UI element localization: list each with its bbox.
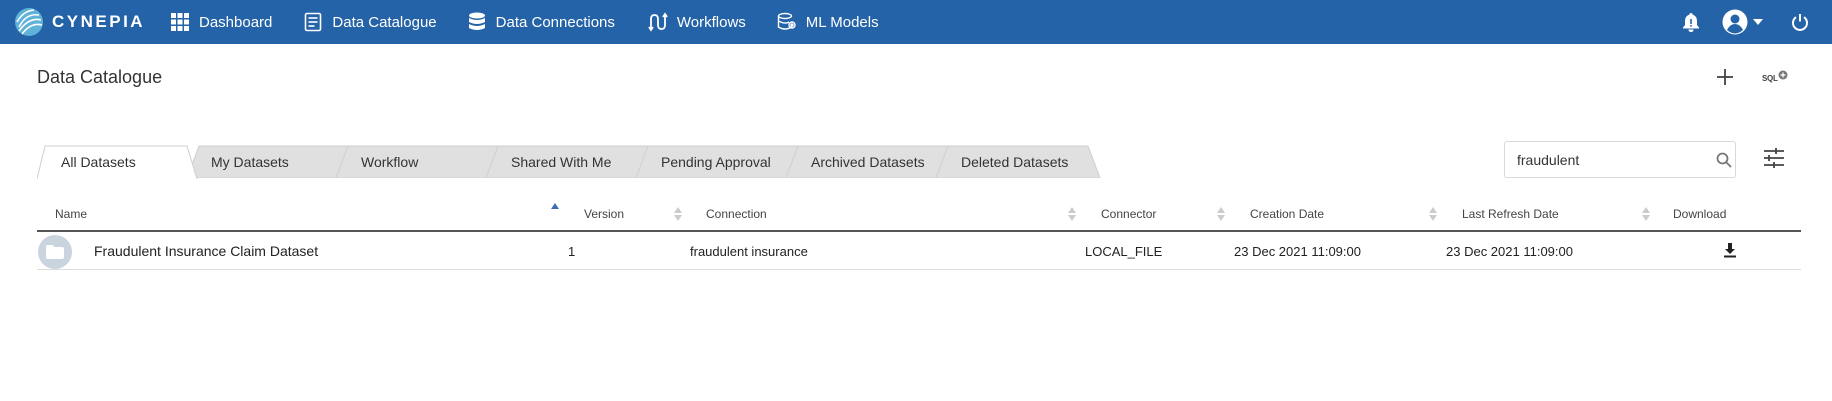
column-header-download: Download <box>1673 198 1783 230</box>
grid-icon <box>170 12 190 32</box>
table-header: Name Version Connection Connector Creati… <box>37 198 1801 232</box>
column-header-last-refresh-date[interactable]: Last Refresh Date <box>1462 198 1662 230</box>
column-header-creation-date[interactable]: Creation Date <box>1250 198 1450 230</box>
tab-label: Shared With Me <box>511 153 612 170</box>
nav-item-dashboard[interactable]: Dashboard <box>170 0 272 44</box>
dataset-creation-date: 23 Dec 2021 11:09:00 <box>1234 243 1361 259</box>
nav-item-data-connections[interactable]: Data Connections <box>467 0 615 44</box>
workflow-icon <box>648 12 668 32</box>
tab-deleted-datasets[interactable]: Deleted Datasets <box>936 145 1128 178</box>
sql-add-badge-icon <box>1778 70 1788 80</box>
nav-label: ML Models <box>805 13 879 31</box>
chevron-down-icon[interactable] <box>1753 19 1763 25</box>
brand[interactable]: CYNEPIA <box>14 7 164 37</box>
column-header-connector[interactable]: Connector <box>1101 198 1231 230</box>
models-icon <box>777 12 797 32</box>
folder-icon <box>38 235 72 269</box>
top-navigation-bar: CYNEPIA Dashboard Data Catalogue Data Co… <box>0 0 1832 44</box>
tab-label: Pending Approval <box>661 153 771 170</box>
tab-label: Archived Datasets <box>811 153 925 170</box>
search-icon[interactable] <box>1716 152 1732 168</box>
tab-all-datasets[interactable]: All Datasets <box>37 145 229 179</box>
dataset-connector: LOCAL_FILE <box>1085 243 1163 259</box>
table-row[interactable]: Fraudulent Insurance Claim Dataset 1 fra… <box>37 232 1801 270</box>
sort-icon[interactable] <box>1642 207 1650 221</box>
nav-label: Data Catalogue <box>332 13 437 31</box>
nav-item-ml-models[interactable]: ML Models <box>777 0 879 44</box>
power-icon[interactable] <box>1791 13 1809 31</box>
column-label: Connection <box>706 207 767 221</box>
brand-name: CYNEPIA <box>52 12 146 31</box>
sort-icon[interactable] <box>674 207 682 221</box>
download-icon[interactable] <box>1722 242 1738 258</box>
bell-icon[interactable] <box>1682 12 1700 32</box>
top-right-actions <box>1682 0 1832 44</box>
add-icon[interactable] <box>1714 66 1736 88</box>
sort-ascending-icon[interactable] <box>551 203 559 217</box>
nav-label: Data Connections <box>495 13 615 31</box>
dataset-name[interactable]: Fraudulent Insurance Claim Dataset <box>94 232 318 270</box>
nav-label: Dashboard <box>199 13 273 31</box>
sort-icon[interactable] <box>1217 207 1225 221</box>
tab-label: All Datasets <box>61 153 136 170</box>
nav-item-workflows[interactable]: Workflows <box>648 0 746 44</box>
search-input[interactable] <box>1517 150 1707 170</box>
sql-label: SQL <box>1762 74 1778 83</box>
column-header-connection[interactable]: Connection <box>706 198 1086 230</box>
dataset-connection: fraudulent insurance <box>690 243 808 259</box>
sort-icon[interactable] <box>1429 207 1437 221</box>
column-label: Connector <box>1101 207 1157 221</box>
column-label: Version <box>584 207 625 221</box>
column-label: Name <box>55 207 88 221</box>
main-nav: Dashboard Data Catalogue Data Connection… <box>164 0 879 44</box>
dataset-last-refresh-date: 23 Dec 2021 11:09:00 <box>1446 243 1573 259</box>
column-label: Last Refresh Date <box>1462 207 1559 221</box>
sort-icon[interactable] <box>1068 207 1076 221</box>
database-icon <box>467 12 487 32</box>
account-icon[interactable] <box>1722 9 1748 35</box>
tab-label: Workflow <box>361 153 419 170</box>
page-title: Data Catalogue <box>37 67 163 87</box>
nav-item-data-catalogue[interactable]: Data Catalogue <box>303 0 437 44</box>
filter-settings-icon[interactable] <box>1763 147 1785 169</box>
nav-label: Workflows <box>676 13 746 31</box>
search-box <box>1504 141 1736 178</box>
cynepia-logo-icon <box>15 8 43 36</box>
tab-label: Deleted Datasets <box>961 153 1069 170</box>
sql-query-button[interactable]: SQL <box>1760 69 1788 87</box>
document-icon <box>303 12 323 32</box>
column-label: Download <box>1673 207 1727 221</box>
dataset-version: 1 <box>568 243 576 259</box>
column-header-name[interactable]: Name <box>55 198 575 230</box>
column-label: Creation Date <box>1250 207 1325 221</box>
